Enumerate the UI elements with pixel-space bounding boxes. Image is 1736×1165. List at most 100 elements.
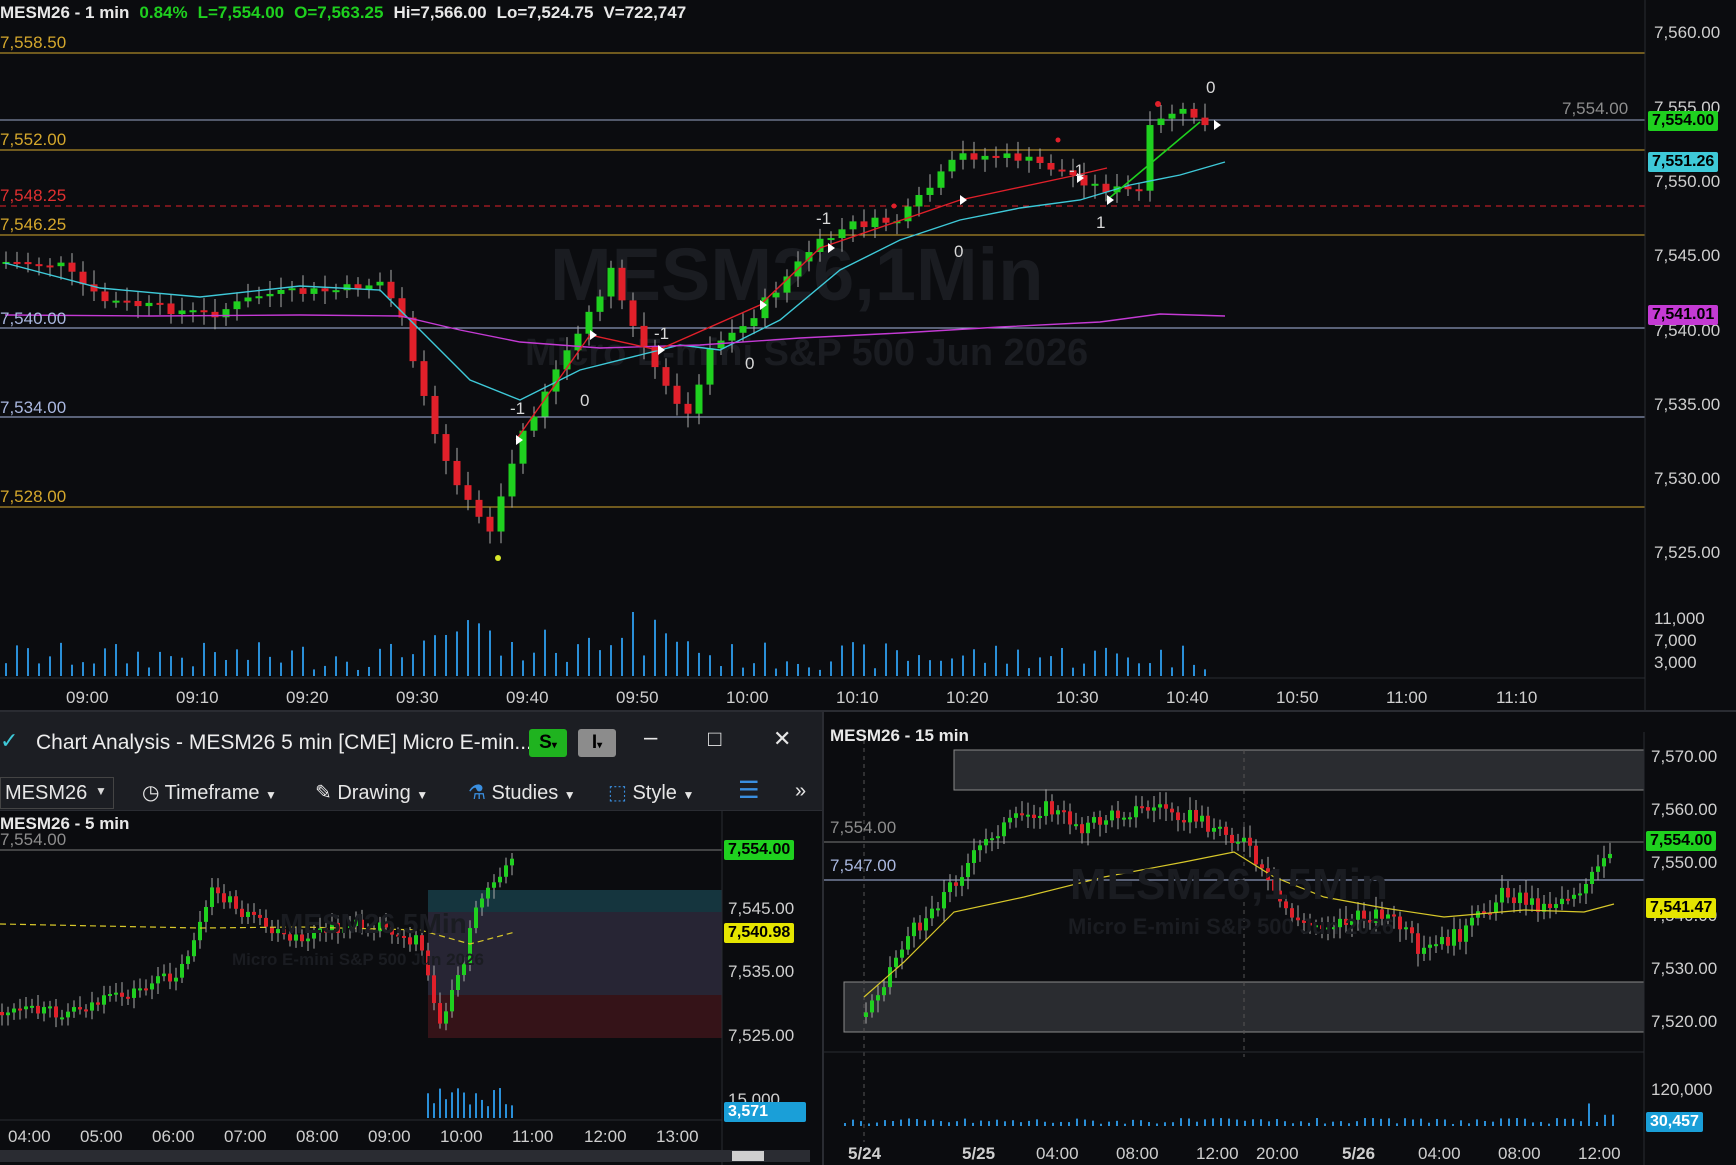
candle [409, 317, 417, 362]
volume-axis-label: 7,000 [1654, 631, 1697, 650]
volume-bar [247, 659, 249, 676]
volume-bar [1028, 1120, 1030, 1126]
hline-label[interactable]: 7,552.00 [0, 130, 66, 150]
candle [640, 325, 648, 347]
time-axis-label: 08:00 [296, 1127, 339, 1146]
wave-label: -1 [654, 324, 670, 343]
maximize-button[interactable]: □ [708, 726, 721, 752]
volume-bar [1028, 668, 1030, 676]
time-axis-label: 5/26 [1342, 1144, 1376, 1163]
style-menu[interactable]: ⬚ Style ▼ [608, 780, 694, 805]
candle [1091, 183, 1099, 186]
candle [24, 262, 32, 265]
volume-bar [313, 669, 315, 676]
hline-label[interactable]: 7,540.00 [0, 309, 66, 329]
candle [46, 265, 54, 268]
zone-box [428, 995, 722, 1038]
more-button[interactable]: » [795, 780, 806, 803]
hline-label[interactable]: 7,534.00 [0, 398, 66, 418]
studies-menu[interactable]: ⚗ Studies ▼ [468, 780, 576, 805]
horizontal-scrollbar[interactable] [0, 1150, 810, 1162]
hline-label[interactable]: 7,554.00 [830, 818, 896, 838]
candle [990, 838, 994, 841]
candle [1038, 815, 1042, 819]
main-chart-plot[interactable] [0, 0, 1736, 712]
volume-bar [493, 1090, 495, 1118]
minimize-button[interactable]: – [644, 724, 657, 752]
chart-toolbar: MESM26 ▼ ◷ Timeframe ▼ ✎ Drawing ▼ ⚗ Stu… [0, 774, 822, 811]
candle [1536, 898, 1540, 912]
timeframe-menu[interactable]: ◷ Timeframe ▼ [142, 780, 277, 805]
symbol-selector[interactable]: MESM26 ▼ [0, 777, 114, 809]
candle [1422, 947, 1426, 954]
hline-label[interactable]: 7,548.25 [0, 186, 66, 206]
time-axis-label: 20:00 [1256, 1144, 1299, 1163]
layout-icon[interactable]: ☰ [738, 776, 760, 805]
volume-bar [390, 643, 392, 676]
volume-bar [1252, 1119, 1254, 1126]
candle [1140, 806, 1144, 809]
volume-bar [1412, 1119, 1414, 1126]
window-titlebar[interactable]: ✓ Chart Analysis - MESM26 5 min [CME] Mi… [0, 712, 822, 774]
candle [930, 908, 934, 919]
hline-label[interactable]: 7,558.50 [0, 33, 66, 53]
candle [68, 262, 76, 272]
volume-bar [1061, 647, 1063, 676]
candle [772, 292, 780, 298]
hline-label[interactable]: 7,528.00 [0, 487, 66, 507]
volume-bar [1188, 1118, 1190, 1126]
time-axis-label: 5/24 [848, 1144, 882, 1163]
volume-bar [1204, 669, 1206, 676]
volume-bar [511, 1105, 513, 1118]
volume-bar [1020, 1122, 1022, 1126]
volume-bar [1420, 1118, 1422, 1126]
candle [1050, 801, 1054, 815]
volume-bar [1236, 1119, 1238, 1126]
time-axis-label: 11:00 [1386, 688, 1428, 707]
close-button[interactable]: ✕ [773, 726, 791, 752]
volume-bar [499, 1088, 501, 1118]
volume-bar [876, 1122, 878, 1126]
volume-bar [577, 644, 579, 676]
wave-label: 1 [1096, 213, 1106, 232]
low-marker [495, 555, 501, 561]
candle [444, 1011, 448, 1024]
candle [57, 262, 65, 267]
time-axis-label: 10:50 [1276, 688, 1319, 707]
volume-bar [948, 1122, 950, 1126]
price-axis-label: 7,550.00 [1651, 853, 1718, 872]
open-price: O=7,563.25 [294, 3, 384, 22]
candle [204, 906, 208, 922]
i-button[interactable]: I▾ [578, 729, 616, 757]
volume-bar [1340, 1121, 1342, 1126]
left-chart-watermark: MESM26,5Min [280, 908, 467, 939]
time-axis-label: 10:40 [1166, 688, 1209, 707]
hline-label[interactable]: 7,547.00 [830, 856, 896, 876]
s-button[interactable]: S▾ [529, 729, 567, 757]
high-marker [1055, 137, 1061, 143]
scrollbar-thumb[interactable] [732, 1151, 764, 1161]
volume-bar [1050, 656, 1052, 676]
volume-bar [1316, 1118, 1318, 1126]
candle [662, 367, 670, 386]
volume-bar [962, 655, 964, 676]
main-chart-1min[interactable]: MESM26,1Min Micro E-mini S&P 500 Jun 202… [0, 0, 1736, 712]
candle [1434, 944, 1438, 947]
time-axis-label: 04:00 [1036, 1144, 1079, 1163]
volume-bar [192, 666, 194, 676]
drawing-menu[interactable]: ✎ Drawing ▼ [315, 780, 428, 805]
swing-marker [960, 195, 967, 205]
volume-bar [203, 642, 205, 676]
volume-bar [1268, 1121, 1270, 1126]
volume-bar [1276, 1118, 1278, 1126]
candle [1200, 815, 1204, 822]
candle [168, 973, 172, 982]
candle [1236, 841, 1240, 844]
chart-header: MESM26 - 1 min 0.84% L=7,554.00 O=7,563.25 H… [0, 3, 696, 23]
candle [900, 949, 904, 958]
candle [1548, 903, 1552, 908]
hline-label[interactable]: 7,546.25 [0, 215, 66, 235]
candle [24, 1006, 28, 1010]
candle [486, 516, 494, 532]
volume-bar [1540, 1121, 1542, 1126]
